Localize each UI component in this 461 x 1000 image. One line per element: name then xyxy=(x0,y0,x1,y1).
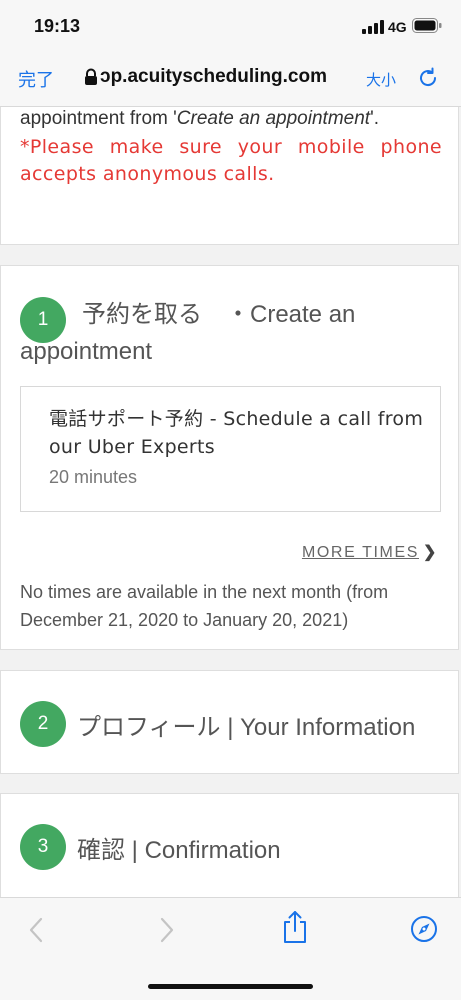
intro-text: appointment from 'Create an appointment'… xyxy=(20,108,379,130)
more-times-link[interactable]: MORE TIMES ❯ xyxy=(302,542,438,562)
forward-icon[interactable] xyxy=(157,916,177,944)
step-confirmation[interactable]: 3 確認 | Confirmation xyxy=(0,793,459,897)
network-type: 4G xyxy=(388,19,407,35)
status-time: 19:13 xyxy=(34,16,81,36)
signal-icon xyxy=(362,20,384,34)
step-create-appointment: 1 予約を取る ・Create an appointment 電話サポート予約 … xyxy=(0,265,459,650)
step-your-information[interactable]: 2 プロフィール | Your Information xyxy=(0,670,459,774)
lock-icon xyxy=(85,68,97,85)
anonymous-call-warning: *Please make sure your mobile phone acce… xyxy=(20,136,442,185)
intro-text-suffix: '. xyxy=(370,108,379,129)
step-title: 確認 | Confirmation xyxy=(77,837,281,864)
reload-icon[interactable] xyxy=(416,66,440,90)
intro-text-prefix: appointment from ' xyxy=(20,108,177,129)
step-number-badge: 3 xyxy=(20,824,66,870)
browser-address-bar: 完了 ɔp.acuityscheduling.com 大小 xyxy=(0,54,461,107)
service-name: 電話サポート予約 - Schedule a call from our Uber… xyxy=(49,408,424,458)
compass-icon[interactable] xyxy=(410,915,438,943)
step-number-badge: 2 xyxy=(20,701,66,747)
chevron-right-icon: ❯ xyxy=(422,544,438,561)
done-button[interactable]: 完了 xyxy=(18,66,54,92)
no-times-message: No times are available in the next month… xyxy=(20,582,389,630)
service-duration: 20 minutes xyxy=(49,467,138,487)
text-size-button[interactable]: 大小 xyxy=(366,69,396,90)
page-content: appointment from 'Create an appointment'… xyxy=(0,107,461,897)
battery-icon xyxy=(412,18,442,33)
service-option[interactable]: 電話サポート予約 - Schedule a call from our Uber… xyxy=(20,386,441,512)
url-field[interactable]: ɔp.acuityscheduling.com xyxy=(100,66,327,88)
status-bar: 19:13 4G xyxy=(0,0,461,54)
intro-text-italic: Create an appointment xyxy=(176,108,371,129)
share-icon[interactable] xyxy=(281,910,309,944)
more-times-label: MORE TIMES xyxy=(301,544,419,561)
step-title: プロフィール | Your Information xyxy=(77,714,416,741)
back-icon[interactable] xyxy=(26,916,46,944)
home-indicator xyxy=(148,984,313,989)
intro-card: appointment from 'Create an appointment'… xyxy=(0,107,459,245)
step-title: 予約を取る ・Create an appointment xyxy=(20,301,356,365)
